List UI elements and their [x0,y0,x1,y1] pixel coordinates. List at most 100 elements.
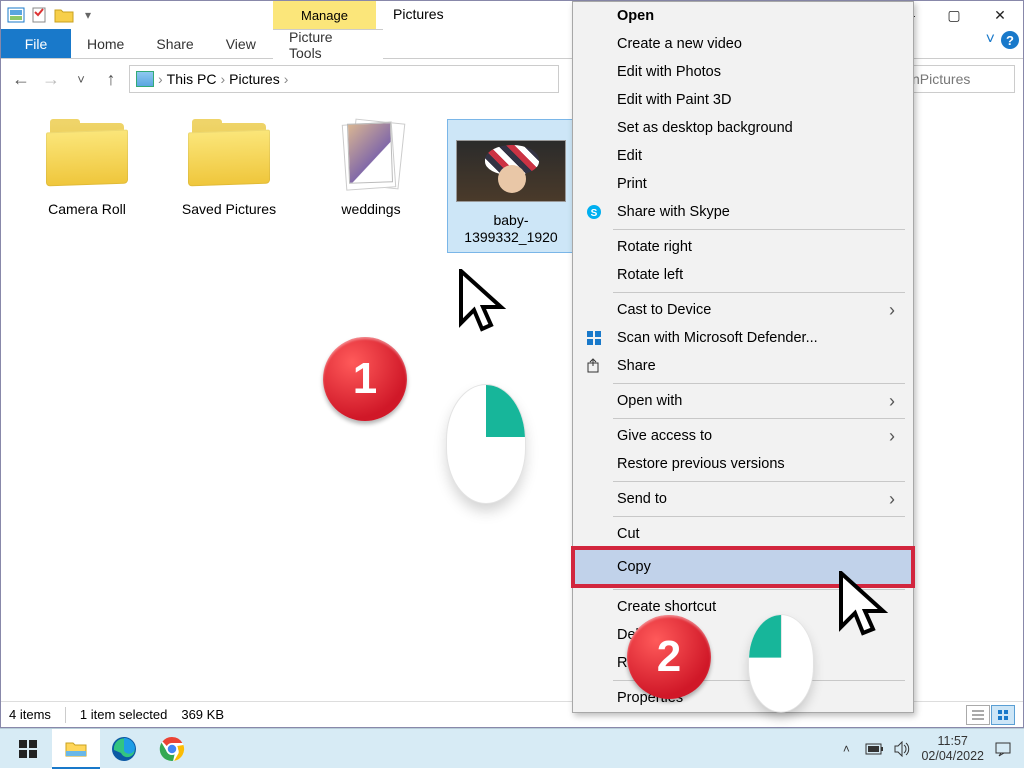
tray-chevron-icon[interactable]: ˄ [837,740,855,758]
menu-item-set-as-desktop-background[interactable]: Set as desktop background [573,114,913,142]
menu-item-label: Scan with Microsoft Defender... [617,330,818,346]
image-baby[interactable]: baby-1399332_1920 [447,119,575,253]
menu-item-label: Share [617,358,656,374]
menu-item-label: Give access to [617,428,712,444]
menu-item-label: Share with Skype [617,204,730,220]
breadcrumb[interactable]: › This PC › Pictures › [129,65,559,93]
explorer-window: ▾ Manage Pictures — ▢ ✕ File Home Share … [0,0,1024,728]
tab-share[interactable]: Share [140,29,209,58]
tab-view[interactable]: View [210,29,272,58]
menu-separator [613,229,905,230]
forward-button[interactable]: → [39,67,63,91]
menu-item-label: Rotate left [617,267,683,283]
back-button[interactable]: ← [9,67,33,91]
app-icon[interactable] [5,4,27,26]
status-selection: 1 item selected [80,707,167,722]
tray-date: 02/04/2022 [921,749,984,763]
taskbar-chrome[interactable] [148,729,196,769]
file-tab[interactable]: File [1,29,71,58]
tab-picture-tools[interactable]: Picture Tools [273,29,383,59]
taskbar: ˄ 11:57 02/04/2022 [0,728,1024,768]
close-button[interactable]: ✕ [977,1,1023,29]
menu-item-create-a-new-video[interactable]: Create a new video [573,30,913,58]
item-label: Saved Pictures [159,201,299,218]
menu-separator [613,516,905,517]
help-icon[interactable]: ? [1001,31,1019,49]
menu-item-label: Set as desktop background [617,120,793,136]
menu-item-label: Cast to Device [617,302,711,318]
view-mode-toggles [966,705,1015,725]
folder-icon [186,119,272,191]
svg-text:S: S [591,208,598,219]
qat-dropdown-icon[interactable]: ▾ [77,4,99,26]
breadcrumb-sep: › [158,71,163,87]
menu-item-restore-previous-versions[interactable]: Restore previous versions [573,450,913,478]
menu-item-cast-to-device[interactable]: Cast to Device› [573,296,913,324]
menu-item-open-with[interactable]: Open with› [573,387,913,415]
submenu-arrow-icon: › [889,426,895,447]
annotation-step-1: 1 [323,337,407,421]
menu-item-label: Edit with Photos [617,64,721,80]
menu-item-edit[interactable]: Edit [573,142,913,170]
annotation-cursor-1 [457,269,509,341]
menu-separator [613,383,905,384]
menu-item-label: Send to [617,491,667,507]
start-button[interactable] [4,729,52,769]
menu-item-properties[interactable]: Properties [573,684,913,712]
menu-item-label: Open [617,8,654,24]
volume-icon[interactable] [893,740,911,758]
menu-item-rotate-right[interactable]: Rotate right [573,233,913,261]
annotation-step-2: 2 [627,615,711,699]
menu-item-send-to[interactable]: Send to› [573,485,913,513]
menu-item-share-with-skype[interactable]: Share with Skype S [573,198,913,226]
menu-item-open[interactable]: Open [573,2,913,30]
menu-item-cut[interactable]: Cut [573,520,913,548]
submenu-arrow-icon: › [889,391,895,412]
menu-separator [613,292,905,293]
taskbar-edge[interactable] [100,729,148,769]
breadcrumb-sep: › [284,71,289,87]
menu-item-edit-with-paint-3d[interactable]: Edit with Paint 3D [573,86,913,114]
search-input[interactable]: n Pictures [905,65,1015,93]
quick-access-toolbar: ▾ [1,4,103,26]
maximize-button[interactable]: ▢ [931,1,977,29]
folder-icon [328,119,414,191]
folder-weddings[interactable]: weddings [301,119,441,218]
taskbar-explorer[interactable] [52,729,100,769]
menu-item-label: Edit with Paint 3D [617,92,731,108]
tab-home[interactable]: Home [71,29,140,58]
window-title: Pictures [393,6,444,22]
details-view-button[interactable] [966,705,990,725]
notifications-icon[interactable] [994,740,1012,758]
menu-item-label: Print [617,176,647,192]
menu-item-print[interactable]: Print [573,170,913,198]
breadcrumb-this-pc[interactable]: This PC [167,71,217,87]
thumbnails-view-button[interactable] [991,705,1015,725]
menu-item-rotate-left[interactable]: Rotate left [573,261,913,289]
menu-item-share[interactable]: Share [573,352,913,380]
search-placeholder: Pictures [920,71,971,87]
menu-item-label: Create a new video [617,36,742,52]
share-icon [585,357,603,375]
new-folder-icon[interactable] [53,4,75,26]
recent-locations-button[interactable]: ˅ [69,67,93,91]
tray-clock[interactable]: 11:57 02/04/2022 [921,734,984,763]
up-button[interactable]: ↑ [99,67,123,91]
menu-item-label: Create shortcut [617,599,716,615]
annotation-cursor-2 [837,571,893,647]
system-tray: ˄ 11:57 02/04/2022 [837,734,1020,763]
expand-ribbon-icon[interactable]: ˅ [986,31,995,49]
image-thumbnail [456,140,566,202]
menu-item-give-access-to[interactable]: Give access to › [573,422,913,450]
folder-saved-pictures[interactable]: Saved Pictures [159,119,299,218]
menu-item-scan-with-microsoft-defender[interactable]: Scan with Microsoft Defender... [573,324,913,352]
menu-item-label: Edit [617,148,642,164]
menu-item-rename[interactable]: Rename [573,649,913,677]
item-label: Camera Roll [17,201,157,218]
breadcrumb-pictures[interactable]: Pictures [229,71,280,87]
item-label: baby-1399332_1920 [448,212,574,252]
battery-icon[interactable] [865,740,883,758]
folder-camera-roll[interactable]: Camera Roll [17,119,157,218]
menu-item-edit-with-photos[interactable]: Edit with Photos [573,58,913,86]
properties-icon[interactable] [29,4,51,26]
